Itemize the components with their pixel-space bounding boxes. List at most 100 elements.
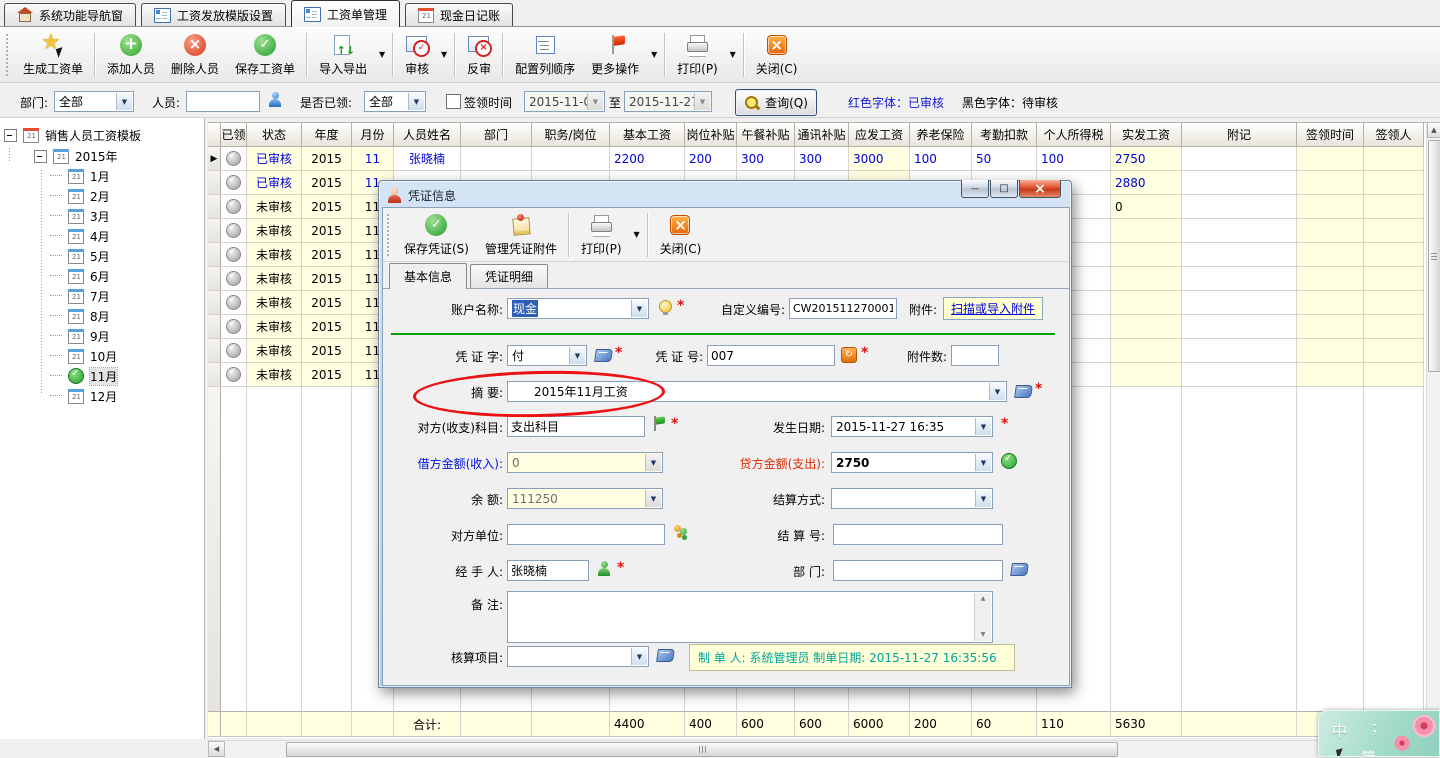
person-icon[interactable] (597, 561, 611, 576)
horizontal-scroll-thumb[interactable] (286, 742, 1118, 757)
cell-net[interactable] (1111, 243, 1182, 267)
scan-import-attachment-button[interactable]: 扫描或导入附件 (943, 297, 1043, 320)
person-icon[interactable] (268, 92, 282, 107)
chevron-down-icon[interactable] (116, 93, 132, 110)
chevron-down-icon[interactable]: ▼ (630, 230, 644, 239)
cell-net[interactable] (1111, 339, 1182, 363)
cell-net[interactable] (1111, 363, 1182, 387)
scroll-up-button[interactable]: ▲ (1427, 122, 1440, 138)
configure-columns-button[interactable]: 配置列顺序 (507, 30, 583, 80)
column-header-tax[interactable]: 个人所得税 (1037, 123, 1111, 147)
cell-claimed[interactable] (221, 243, 247, 267)
cell-month[interactable]: 11 (352, 147, 394, 171)
more-actions-button[interactable]: 更多操作 (583, 30, 647, 80)
chevron-down-icon[interactable]: ▼ (375, 50, 389, 59)
column-header-dept[interactable]: 部门 (461, 123, 532, 147)
cell-year[interactable]: 2015 (302, 291, 352, 315)
custom-no-input[interactable] (789, 298, 897, 319)
cell-net[interactable]: 0 (1111, 195, 1182, 219)
ime-mode-indicator[interactable]: 中 (1332, 720, 1347, 741)
dept-field-input[interactable] (833, 560, 1003, 581)
scroll-up-icon[interactable]: ▲ (976, 593, 990, 605)
date-to-select[interactable]: 2015-11-27 (624, 91, 712, 112)
tree-node-month-5月[interactable]: 5月 (0, 246, 204, 266)
cell-signer[interactable] (1364, 339, 1424, 363)
cell-claimed[interactable] (221, 339, 247, 363)
column-header-signer[interactable]: 签领人 (1364, 123, 1424, 147)
cell-status[interactable]: 未审核 (247, 243, 302, 267)
generate-payroll-button[interactable]: 生成工资单 (15, 30, 91, 80)
cell-note[interactable] (1182, 243, 1297, 267)
balance-select[interactable]: 111250 (507, 488, 663, 509)
chevron-down-icon[interactable] (975, 418, 991, 435)
cell-gross[interactable]: 3000 (849, 147, 910, 171)
person-input[interactable] (186, 91, 260, 112)
dialog-titlebar[interactable]: 凭证信息 (387, 185, 456, 205)
voucher-no-input[interactable] (707, 345, 835, 366)
cell-net[interactable] (1111, 219, 1182, 243)
cell-signer[interactable] (1364, 267, 1424, 291)
cell-signer[interactable] (1364, 195, 1424, 219)
cell-sign_time[interactable] (1297, 291, 1364, 315)
column-header-base[interactable]: 基本工资 (610, 123, 685, 147)
counter-account-input[interactable] (507, 416, 645, 437)
audit-button[interactable]: 审核 (397, 30, 437, 80)
cell-note[interactable] (1182, 291, 1297, 315)
settle-method-select[interactable] (831, 488, 993, 509)
counter-unit-input[interactable] (507, 524, 665, 545)
add-person-button[interactable]: 添加人员 (99, 30, 163, 80)
cell-pension[interactable]: 100 (910, 147, 972, 171)
cell-note[interactable] (1182, 363, 1297, 387)
cell-comm_allow[interactable]: 300 (795, 147, 849, 171)
tab-voucher-detail[interactable]: 凭证明细 (470, 264, 548, 288)
cell-note[interactable] (1182, 219, 1297, 243)
cell-signer[interactable] (1364, 219, 1424, 243)
cell-signer[interactable] (1364, 243, 1424, 267)
unaudit-button[interactable]: 反审 (459, 30, 499, 80)
cell-claimed[interactable] (221, 171, 247, 195)
horizontal-scrollbar[interactable]: ◀ ▶ (208, 740, 1426, 758)
cell-year[interactable]: 2015 (302, 243, 352, 267)
bulb-icon[interactable] (659, 300, 672, 315)
cell-claimed[interactable] (221, 267, 247, 291)
column-header-pension[interactable]: 养老保险 (910, 123, 972, 147)
column-header-name[interactable]: 人员姓名 (394, 123, 461, 147)
tree-node-month-9月[interactable]: 9月 (0, 326, 204, 346)
cell-note[interactable] (1182, 267, 1297, 291)
cell-claimed[interactable] (221, 219, 247, 243)
cell-status[interactable]: 未审核 (247, 315, 302, 339)
tab-salary-template-settings[interactable]: 工资发放模版设置 (141, 3, 286, 26)
cell-name[interactable]: 张晓楠 (394, 147, 461, 171)
cell-signer[interactable] (1364, 363, 1424, 387)
book-icon[interactable] (594, 349, 613, 362)
account-select[interactable]: 现金 (507, 298, 649, 319)
book-icon[interactable] (656, 649, 675, 662)
debit-select[interactable]: 0 (507, 452, 663, 473)
chevron-down-icon[interactable]: ▼ (726, 50, 740, 59)
tab-cash-journal[interactable]: 现金日记账 (405, 3, 513, 26)
cell-note[interactable] (1182, 315, 1297, 339)
cell-note[interactable] (1182, 339, 1297, 363)
column-header-position[interactable]: 职务/岗位 (532, 123, 610, 147)
column-header-attend[interactable]: 考勤扣款 (972, 123, 1037, 147)
save-payroll-button[interactable]: 保存工资单 (227, 30, 303, 80)
tree-node-month-4月[interactable]: 4月 (0, 226, 204, 246)
scroll-down-icon[interactable]: ▼ (976, 629, 990, 641)
close-voucher-button[interactable]: 关闭(C) (652, 210, 710, 260)
cell-claimed[interactable] (221, 195, 247, 219)
tree-node-month-1月[interactable]: 1月 (0, 166, 204, 186)
scroll-left-button[interactable]: ◀ (208, 741, 225, 757)
cell-sign_time[interactable] (1297, 267, 1364, 291)
tree-node-month-12月[interactable]: 12月 (0, 386, 204, 406)
tree-node-year[interactable]: 2015年 (0, 146, 204, 166)
collapse-icon[interactable] (4, 129, 17, 142)
summary-select[interactable]: 2015年11月工资 (507, 381, 1007, 402)
chevron-down-icon[interactable] (989, 383, 1005, 400)
cell-note[interactable] (1182, 147, 1297, 171)
cell-sign_time[interactable] (1297, 315, 1364, 339)
refresh-icon[interactable] (841, 347, 857, 363)
textarea-scrollbar[interactable]: ▲▼ (974, 593, 991, 641)
occur-date-select[interactable]: 2015-11-27 16:35 (831, 416, 993, 437)
cell-signer[interactable] (1364, 315, 1424, 339)
column-header-gross[interactable]: 应发工资 (849, 123, 910, 147)
